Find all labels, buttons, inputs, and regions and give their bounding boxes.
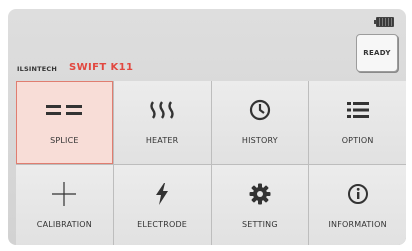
menu-tile-setting[interactable]: SETTING xyxy=(211,164,309,245)
battery-icon xyxy=(374,17,394,27)
menu-tile-history[interactable]: HISTORY xyxy=(211,81,309,164)
gear-icon xyxy=(240,179,280,209)
menu-tile-information[interactable]: INFORMATION xyxy=(309,164,406,245)
info-icon xyxy=(338,179,378,209)
main-menu-grid: SPLICE HEATER HISTORY OPTION CALIBRATION… xyxy=(16,81,406,245)
menu-label-splice: SPLICE xyxy=(50,136,79,145)
menu-tile-option[interactable]: OPTION xyxy=(309,81,406,164)
main-screen: READY ILSINTECH SWIFT K11 SPLICE HEATER … xyxy=(8,9,406,245)
menu-label-setting: SETTING xyxy=(242,219,278,229)
menu-label-heater: HEATER xyxy=(145,136,179,145)
menu-tile-splice[interactable]: SPLICE xyxy=(16,81,113,164)
heater-icon xyxy=(142,95,182,125)
list-icon xyxy=(338,95,378,125)
menu-label-option: OPTION xyxy=(341,136,374,145)
menu-tile-electrode[interactable]: ELECTRODE xyxy=(113,164,211,245)
splice-icon xyxy=(44,95,84,125)
menu-label-electrode: ELECTRODE xyxy=(137,219,188,229)
menu-label-calibration: CALIBRATION xyxy=(36,219,92,229)
model-label: SWIFT K11 xyxy=(69,62,134,73)
crosshair-icon xyxy=(44,179,84,209)
ready-button[interactable]: READY xyxy=(356,34,398,72)
menu-label-history: HISTORY xyxy=(241,136,278,145)
menu-tile-calibration[interactable]: CALIBRATION xyxy=(16,164,113,245)
brand-label: ILSINTECH xyxy=(17,65,57,73)
lightning-icon xyxy=(142,179,182,209)
menu-label-information: INFORMATION xyxy=(328,219,387,229)
clock-icon xyxy=(240,95,280,125)
menu-tile-heater[interactable]: HEATER xyxy=(113,81,211,164)
